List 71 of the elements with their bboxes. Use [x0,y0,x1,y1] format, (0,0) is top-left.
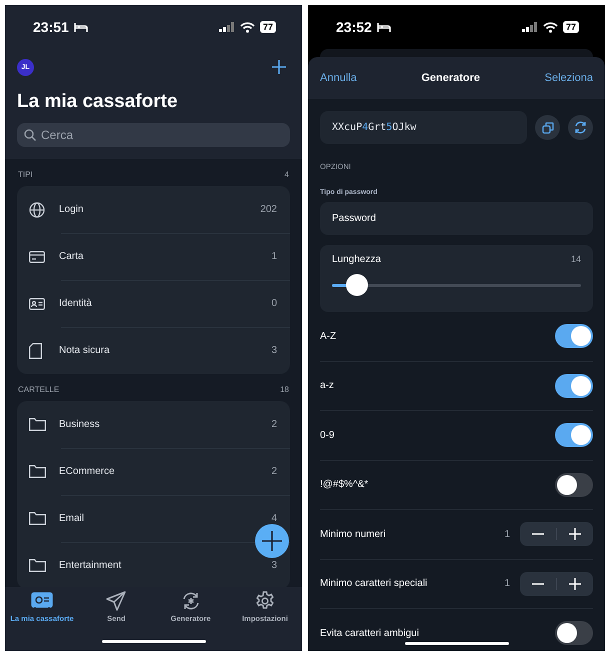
section-count: 4 [284,170,289,179]
vault-icon [31,591,53,611]
copy-button[interactable] [535,115,560,140]
folder-icon [29,465,46,478]
id-card-icon [29,298,45,310]
wifi-icon [542,22,558,32]
plus-icon [569,528,581,540]
list-item[interactable]: Nota sicura 3 [17,327,290,374]
stepper-value: 1 [504,578,510,590]
toggle-switch[interactable] [555,621,593,646]
battery-level: 77 [562,21,579,33]
cancel-button[interactable]: Annulla [320,72,357,84]
select-button[interactable]: Seleziona [544,72,593,84]
folder-icon [29,512,46,525]
option-label: !@#$%^&* [320,479,370,490]
list-item[interactable]: Login 202 [17,186,290,233]
status-time: 23:52 [336,19,372,35]
length-value: 14 [570,254,581,265]
note-icon [29,342,42,358]
toggle-switch[interactable] [555,374,593,398]
option-label: A-Z [320,330,338,342]
toggle-switch[interactable] [555,423,593,448]
section-title: CARTELLE [18,385,60,394]
search-icon [24,129,36,141]
status-time: 23:51 [33,19,69,35]
toggle-switch[interactable] [555,472,593,497]
length-label: Lunghezza [332,254,381,265]
search-bar[interactable]: Cerca [17,123,290,147]
refresh-star-icon [180,591,201,611]
list-item[interactable]: Entertainment 3 [17,542,290,587]
password-value: XXcuP4Grt5OJkw [320,111,527,144]
credit-card-icon [29,250,45,262]
option-label: Evita caratteri ambigui [320,628,420,639]
minus-icon [532,533,544,536]
bed-icon [376,22,391,32]
plus-icon [569,578,581,590]
wifi-icon [240,22,255,32]
list-item[interactable]: Email 4 [17,495,290,542]
stepper-value: 1 [504,528,510,540]
option-label: a-z [320,380,335,392]
globe-icon [29,202,45,218]
option-label: 0-9 [320,430,336,441]
slider-thumb[interactable] [346,274,368,296]
page-title: La mia cassaforte [17,91,179,113]
battery-level: 77 [260,21,276,33]
length-slider[interactable] [332,274,581,296]
password-type-field[interactable]: Password [320,202,593,235]
signal-icon [218,22,235,32]
paper-plane-icon [106,591,126,611]
list-item[interactable]: ECommerce 2 [17,448,290,495]
list-item[interactable]: Identità 0 [17,280,290,327]
section-title: TIPI [18,170,33,179]
copy-icon [542,122,554,134]
list-item[interactable]: Business 2 [17,401,290,448]
sheet-title: Generatore [421,72,480,84]
search-field[interactable]: Cerca [41,128,241,142]
option-label: Minimo caratteri speciali [320,578,428,590]
list-item[interactable]: Carta 1 [17,233,290,280]
add-icon[interactable] [272,60,286,74]
toggle-switch[interactable] [555,324,593,348]
minus-icon [532,582,544,585]
section-count: 18 [280,385,289,394]
plus-icon [262,531,282,551]
folder-icon [29,559,46,572]
regenerate-button[interactable] [568,115,593,140]
refresh-icon [574,121,587,134]
folder-icon [29,418,46,431]
settings-icon [254,591,275,611]
signal-icon [522,22,538,32]
option-label: Minimo numeri [320,528,387,540]
bed-icon [74,22,88,32]
